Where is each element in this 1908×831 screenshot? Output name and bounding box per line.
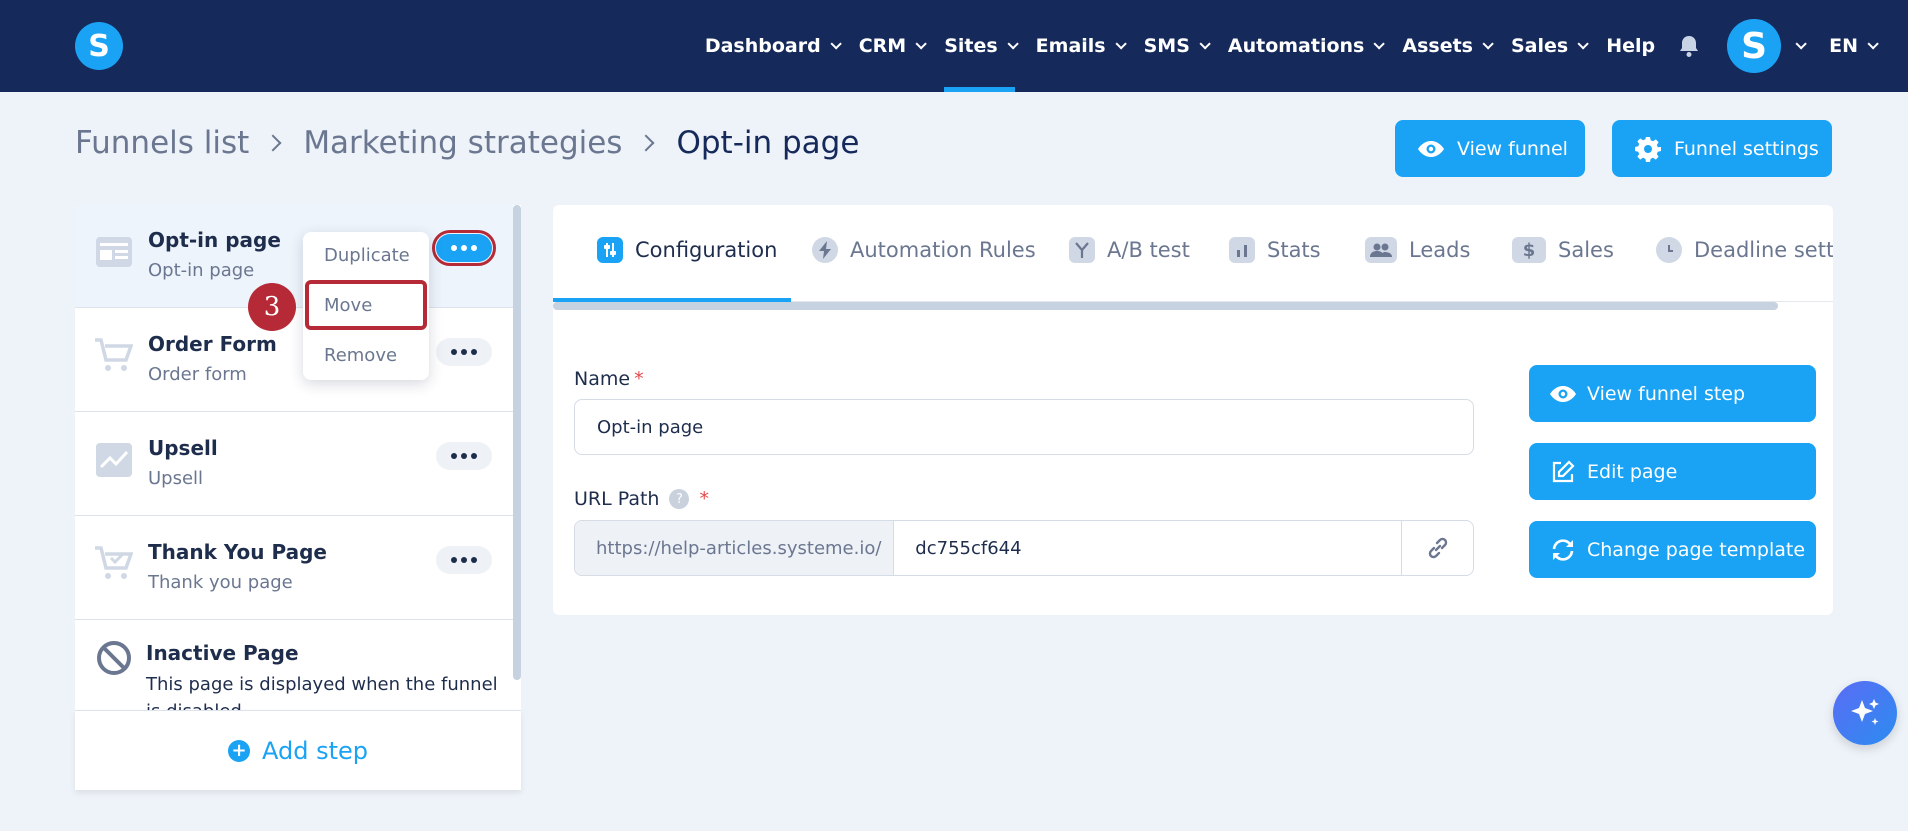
chevron-down-icon [830,38,842,50]
step-inactive-page[interactable]: Inactive Page This page is displayed whe… [75,621,513,710]
chevron-down-icon [1007,38,1019,50]
step-subtitle: Thank you page [148,572,293,593]
move-highlight-box [305,280,427,330]
chevron-right-icon [264,134,282,152]
url-path-label: URL Path ? * [574,488,709,510]
tab-stats[interactable]: Stats [1229,237,1321,263]
funnel-steps-list: Opt-in page Opt-in page Order Form Order… [75,205,521,710]
sliders-icon [597,237,623,263]
eye-icon [1417,135,1445,163]
plus-circle-icon: + [227,739,250,762]
tab-configuration[interactable]: Configuration [597,237,777,263]
chevron-down-icon [1373,38,1386,50]
name-label: Name * [574,368,644,390]
step-config-panel: Configuration Automation Rules A/B test … [553,205,1833,615]
cart-check-icon [95,545,133,583]
step-subtitle: This page is displayed when the funnel i… [146,674,498,710]
nav-automations[interactable]: Automations [1228,0,1386,92]
step-title: Upsell [148,436,218,460]
gear-icon [1634,135,1662,163]
chevron-down-icon [1482,38,1494,50]
lightning-icon [812,237,838,263]
nav-sites[interactable]: Sites [944,0,1019,92]
config-tabs: Configuration Automation Rules A/B test … [553,205,1833,302]
tab-leads[interactable]: Leads [1365,237,1470,263]
change-page-template-button[interactable]: Change page template [1529,521,1816,578]
chevron-down-icon [1867,38,1879,50]
step-more-button[interactable] [436,546,492,574]
main-nav: Dashboard CRM Sites Emails SMS Automatio… [684,0,1908,92]
step-upsell[interactable]: Upsell Upsell [75,413,513,516]
tab-sales[interactable]: $ Sales [1512,237,1614,263]
eye-icon [1549,380,1577,408]
view-funnel-button[interactable]: View funnel [1395,120,1585,177]
step-title: Thank You Page [148,540,327,564]
step-opt-in-page[interactable]: Opt-in page Opt-in page [75,205,513,308]
link-icon[interactable] [1401,521,1473,575]
chevron-down-icon[interactable] [1795,38,1807,50]
nav-crm[interactable]: CRM [859,0,927,92]
top-navbar: S Dashboard CRM Sites Emails SMS Automat… [0,0,1908,92]
step-order-form[interactable]: Order Form Order form [75,309,513,412]
step-title: Inactive Page [146,641,299,665]
edit-icon [1549,458,1577,486]
name-input[interactable]: Opt-in page [574,399,1474,455]
nav-dashboard[interactable]: Dashboard [705,0,842,92]
nav-sales[interactable]: Sales [1511,0,1589,92]
step-more-button[interactable] [436,442,492,470]
ban-icon [95,639,133,677]
chevron-down-icon [1115,38,1127,50]
tab-deadline-settings[interactable]: Deadline setti [1656,237,1833,263]
systeme-logo[interactable]: S [75,22,123,70]
step-more-button[interactable] [436,338,492,366]
step-title: Opt-in page [148,228,281,252]
clock-icon [1656,237,1682,263]
page-layout-icon [95,233,133,271]
page-title: Opt-in page [676,125,860,161]
url-slug-input[interactable]: dc755cf644 [894,521,1401,575]
tabs-scrollbar[interactable] [553,302,1778,310]
url-prefix: https://help-articles.systeme.io/ [575,521,895,575]
nav-assets[interactable]: Assets [1402,0,1494,92]
tab-ab-test[interactable]: A/B test [1069,237,1190,263]
bar-chart-icon [1229,237,1255,263]
refresh-icon [1549,536,1577,564]
nav-sms[interactable]: SMS [1144,0,1211,92]
user-avatar[interactable]: S [1727,19,1782,73]
split-icon [1069,237,1095,263]
step-subtitle: Upsell [148,468,204,489]
chevron-right-icon [637,134,655,152]
dropdown-duplicate[interactable]: Duplicate [324,245,410,266]
step-thank-you-page[interactable]: Thank You Page Thank you page [75,517,513,620]
users-icon [1365,237,1397,263]
chevron-down-icon [1199,38,1211,50]
step-subtitle: Opt-in page [148,260,255,281]
funnel-settings-button[interactable]: Funnel settings [1612,120,1832,177]
breadcrumb-funnel[interactable]: Marketing strategies [303,125,622,161]
dollar-icon: $ [1512,237,1546,263]
chevron-down-icon [915,38,927,50]
language-selector[interactable]: EN [1829,0,1879,92]
breadcrumb-funnels-list[interactable]: Funnels list [75,125,249,161]
add-step-button[interactable]: + Add step [75,710,521,790]
ai-assistant-sparkle-icon[interactable] [1833,681,1897,745]
breadcrumb: Funnels list Marketing strategies Opt-in… [75,125,859,161]
nav-emails[interactable]: Emails [1036,0,1127,92]
tab-automation-rules[interactable]: Automation Rules [812,237,1036,263]
url-path-field: https://help-articles.systeme.io/ dc755c… [574,520,1474,576]
view-funnel-step-button[interactable]: View funnel step [1529,365,1816,422]
step-more-button[interactable] [432,230,496,266]
cart-icon [95,337,133,375]
help-icon[interactable]: ? [669,489,690,509]
steps-scrollbar[interactable] [513,205,521,680]
step-subtitle: Order form [148,364,247,385]
step-number-badge: 3 [248,283,296,331]
nav-help[interactable]: Help [1606,0,1655,92]
edit-page-button[interactable]: Edit page [1529,443,1816,500]
trending-up-icon [95,441,133,479]
dropdown-remove[interactable]: Remove [324,345,397,366]
step-title: Order Form [148,332,277,356]
chevron-down-icon [1577,38,1589,50]
bell-icon[interactable] [1677,34,1701,58]
